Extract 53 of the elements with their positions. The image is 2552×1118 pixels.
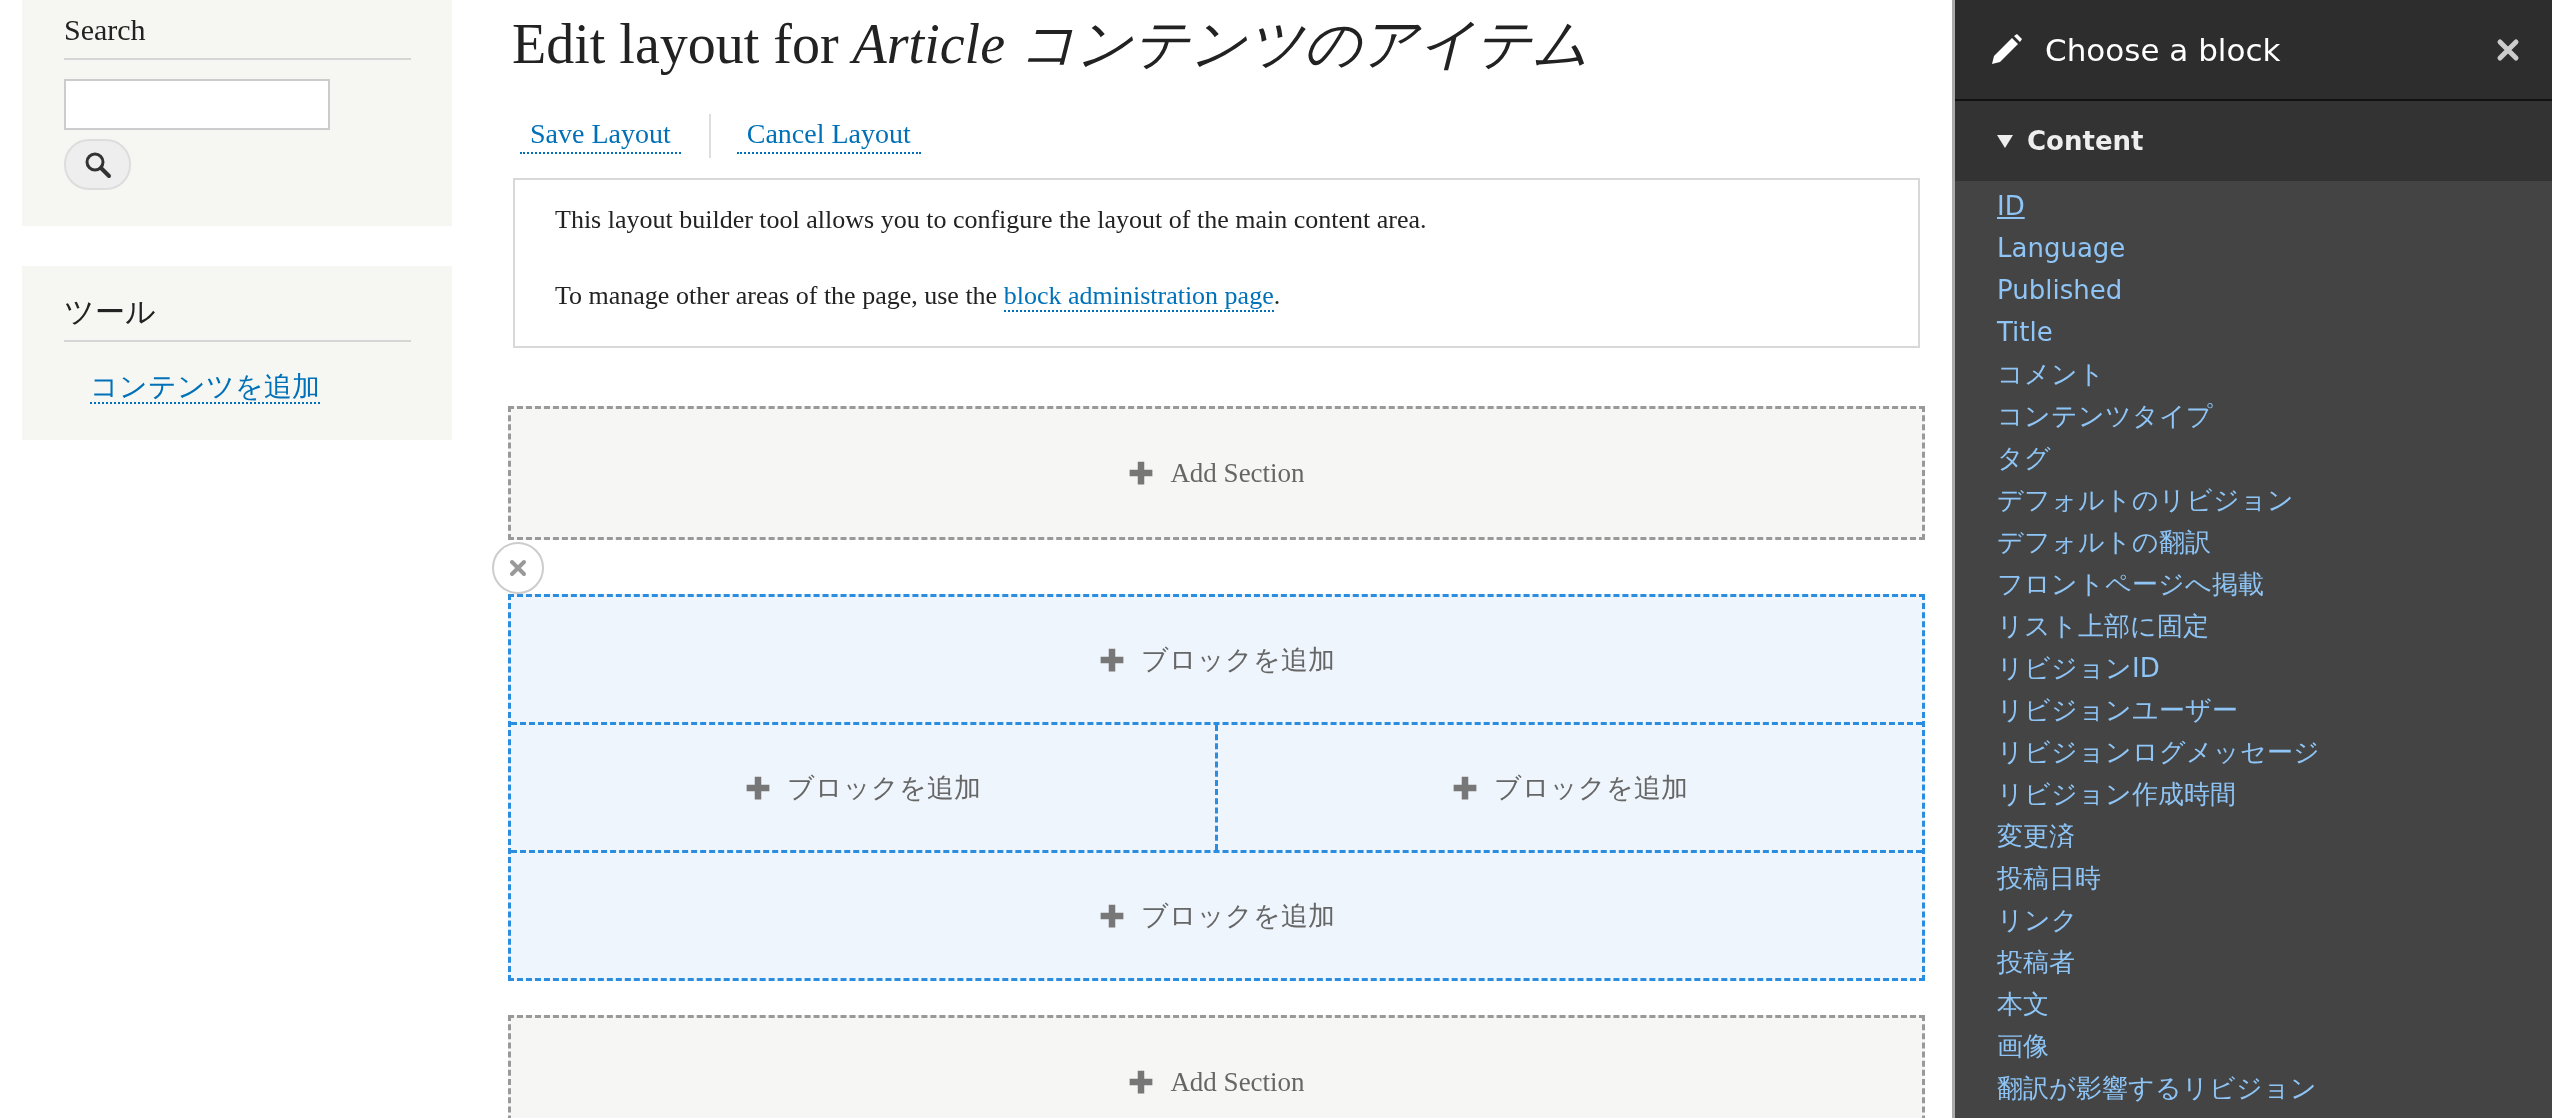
block-link[interactable]: リビジョンID	[1997, 647, 2160, 689]
plus-icon	[1452, 774, 1478, 801]
page-title: Edit layout for Article コンテンツのアイテム	[512, 12, 1590, 77]
block-link[interactable]: コメント	[1997, 353, 2105, 395]
block-link[interactable]: 変更済	[1997, 815, 2075, 857]
block-link[interactable]: リビジョンログメッセージ	[1997, 731, 2320, 773]
block-link[interactable]: フロントページへ掲載	[1997, 563, 2264, 605]
category-toggle[interactable]: Content	[1955, 101, 2552, 181]
block-link[interactable]: 本文	[1997, 983, 2049, 1025]
block-link[interactable]: 投稿日時	[1997, 857, 2101, 899]
remove-section-button[interactable]	[492, 542, 544, 594]
add-block-link[interactable]: ブロックを追加	[745, 769, 981, 806]
add-section-link[interactable]: Add Section	[1128, 1066, 1305, 1098]
block-link[interactable]: 画像	[1997, 1025, 2049, 1067]
block-link[interactable]: コンテンツタイプ	[1997, 395, 2213, 437]
plus-icon	[1098, 902, 1125, 929]
add-block-link[interactable]: ブロックを追加	[1098, 641, 1335, 678]
add-block-link[interactable]: ブロックを追加	[1098, 897, 1335, 934]
plus-icon	[1128, 460, 1155, 486]
block-link[interactable]: 翻訳が影響するリビジョン	[1997, 1067, 2317, 1109]
search-field[interactable]	[64, 79, 330, 130]
plus-icon	[1128, 1069, 1155, 1095]
block-link[interactable]: リスト上部に固定	[1997, 605, 2209, 647]
block-link[interactable]: ID	[1997, 185, 2025, 227]
block-link[interactable]: Title	[1997, 311, 2053, 353]
close-button[interactable]	[2496, 37, 2520, 62]
action-link[interactable]: Save Layout	[520, 118, 681, 154]
block-link[interactable]: デフォルトの翻訳	[1997, 521, 2211, 563]
block-link[interactable]: デフォルトのリビジョン	[1997, 479, 2294, 521]
search-icon	[83, 150, 112, 179]
block-link[interactable]: 投稿者	[1997, 941, 2075, 983]
block-link[interactable]: リビジョン作成時間	[1997, 773, 2236, 815]
block-link[interactable]: リンク	[1997, 899, 2078, 941]
search-button[interactable]	[64, 139, 131, 190]
plus-icon	[1098, 646, 1125, 673]
plus-icon	[745, 774, 771, 801]
block-link[interactable]: Language	[1997, 227, 2126, 269]
close-icon	[507, 557, 529, 579]
block-title: Search	[64, 12, 411, 60]
close-icon	[2496, 37, 2520, 62]
message-link[interactable]: block administration page	[1003, 281, 1274, 312]
add-block-link[interactable]: ブロックを追加	[1452, 769, 1688, 806]
message-text: To manage other areas of the page, use the block administration page.	[555, 280, 1282, 314]
pencil-icon	[1989, 32, 2023, 67]
block-link[interactable]: Published	[1997, 269, 2123, 311]
block-link[interactable]: リビジョンユーザー	[1997, 689, 2238, 731]
block-title: ツール	[64, 294, 411, 342]
panel-title: Choose a block	[2045, 31, 2282, 68]
add-section-link[interactable]: Add Section	[1128, 457, 1305, 489]
action-link[interactable]: Cancel Layout	[736, 118, 921, 154]
message-text: This layout builder tool allows you to configure the layout of the main content area.	[555, 204, 1428, 236]
block-link[interactable]: タグ	[1997, 437, 2051, 479]
sidebar-link[interactable]: コンテンツを追加	[90, 371, 320, 404]
